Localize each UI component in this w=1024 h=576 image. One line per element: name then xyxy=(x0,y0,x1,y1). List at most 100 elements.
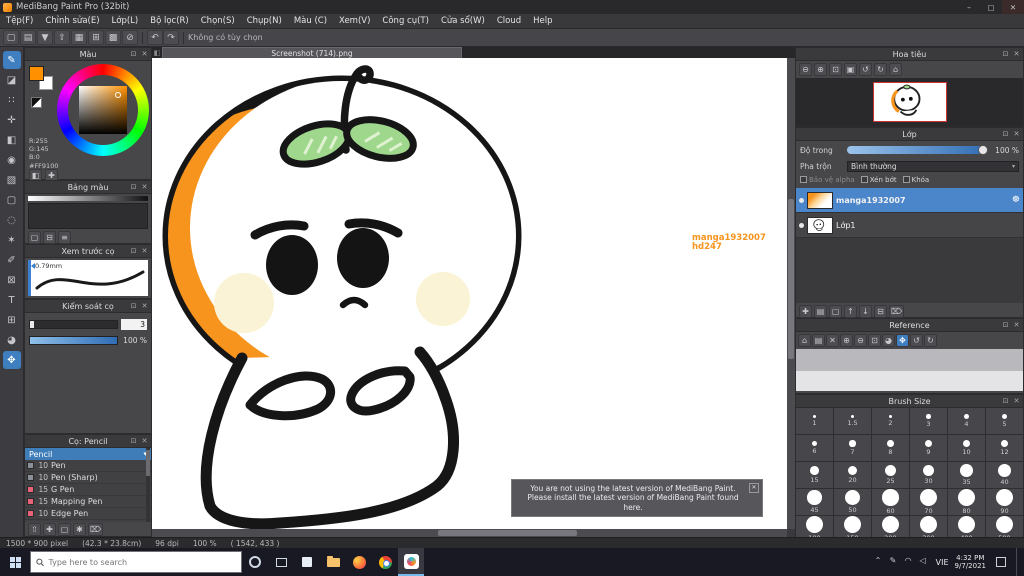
close-panel-icon[interactable]: ✕ xyxy=(140,246,149,256)
detach-panel-icon[interactable]: ⊡ xyxy=(129,246,138,256)
delete-layer-icon[interactable]: ⌦ xyxy=(889,305,905,318)
reference-header[interactable]: Reference ⊡ ✕ xyxy=(796,319,1023,332)
lock-checkbox[interactable]: Khóa xyxy=(902,176,929,184)
frame-divide-tool[interactable]: ⊞ xyxy=(3,311,21,329)
brush-size-90[interactable]: 90 xyxy=(986,489,1023,515)
brush-up-icon[interactable]: ⇧ xyxy=(28,523,41,536)
brush-opacity-slider[interactable] xyxy=(29,336,118,345)
cortana-icon[interactable] xyxy=(242,548,268,576)
hscroll-thumb[interactable] xyxy=(437,530,578,536)
detach-panel-icon[interactable]: ⊡ xyxy=(129,182,138,192)
menu-item[interactable]: Bộ lọc(R) xyxy=(144,16,195,26)
store-icon[interactable] xyxy=(294,548,320,576)
brush-size-70[interactable]: 70 xyxy=(910,489,947,515)
menu-item[interactable]: Chụp(N) xyxy=(241,16,288,26)
brush-size-7[interactable]: 7 xyxy=(834,435,871,461)
saturation-value-picker[interactable] xyxy=(79,86,127,134)
menu-item[interactable]: Tệp(F) xyxy=(0,16,39,26)
action-center-icon[interactable] xyxy=(992,548,1010,576)
vertical-scrollbar[interactable] xyxy=(787,58,795,529)
brush-size-50[interactable]: 50 xyxy=(834,489,871,515)
select-pen-tool[interactable]: ✐ xyxy=(3,251,21,269)
close-image-icon[interactable]: ✕ xyxy=(826,334,839,347)
notification-close-icon[interactable]: ✕ xyxy=(749,482,759,493)
brush-size-12[interactable]: 12 xyxy=(986,435,1023,461)
vscroll-thumb[interactable] xyxy=(788,199,794,360)
delete-brush-icon[interactable]: ⌦ xyxy=(88,523,104,536)
minimize-button[interactable]: – xyxy=(958,0,980,14)
palette-menu-icon[interactable]: ≡ xyxy=(58,231,71,244)
close-panel-icon[interactable]: ✕ xyxy=(1012,129,1021,139)
brush-size-8[interactable]: 8 xyxy=(872,435,909,461)
brush-size-80[interactable]: 80 xyxy=(948,489,985,515)
snap-parallel-icon[interactable]: ▩ xyxy=(105,30,121,45)
add-brush-icon[interactable]: ✚ xyxy=(43,523,56,536)
menu-item[interactable]: Cửa sổ(W) xyxy=(435,16,491,26)
detach-panel-icon[interactable]: ⊡ xyxy=(1001,129,1010,139)
brush-size-slider[interactable] xyxy=(29,320,118,329)
layer-row[interactable]: Lớp1 xyxy=(796,213,1023,238)
brush-item[interactable]: 10 Pen xyxy=(25,460,151,472)
redo-icon[interactable]: ↷ xyxy=(163,30,179,45)
default-colors-swatch[interactable] xyxy=(31,97,42,108)
home-icon[interactable]: ⌂ xyxy=(798,334,811,347)
volume-icon[interactable]: ◁ xyxy=(920,556,930,568)
merge-down-icon[interactable]: ⊟ xyxy=(874,305,887,318)
detach-panel-icon[interactable]: ⊡ xyxy=(129,49,138,59)
select-eraser-tool[interactable]: ⊠ xyxy=(3,271,21,289)
detach-panel-icon[interactable]: ⊡ xyxy=(1001,396,1010,406)
brush-item[interactable]: 15 Mapping Pen xyxy=(25,496,151,508)
layer-row-selected[interactable]: manga1932007 ☸ xyxy=(796,188,1023,213)
drawing-canvas[interactable]: manga1932007 hd247 You are not using the… xyxy=(152,58,787,529)
brush-control-header[interactable]: Kiểm soát cọ ⊡ ✕ xyxy=(25,300,151,313)
brush-size-5[interactable]: 5 xyxy=(986,408,1023,434)
rotate-right-icon[interactable]: ↻ xyxy=(874,63,887,76)
undo-icon[interactable]: ↶ xyxy=(147,30,163,45)
tab-list-icon[interactable]: ◧ xyxy=(152,49,162,57)
close-panel-icon[interactable]: ✕ xyxy=(140,49,149,59)
selected-brush-row[interactable]: Pencil ▾ xyxy=(25,448,151,460)
layer-opacity-slider[interactable] xyxy=(847,145,988,155)
blend-mode-select[interactable]: Bình thường ▾ xyxy=(847,160,1019,172)
brush-item[interactable]: 15 G Pen xyxy=(25,484,151,496)
detach-panel-icon[interactable]: ⊡ xyxy=(1001,49,1010,59)
brush-size-header[interactable]: Brush Size ⊡ ✕ xyxy=(796,395,1023,408)
detach-panel-icon[interactable]: ⊡ xyxy=(1001,320,1010,330)
palette-swatch-area[interactable] xyxy=(28,203,148,229)
open-file-icon[interactable]: ▤ xyxy=(20,30,36,45)
menu-item[interactable]: Màu (C) xyxy=(288,16,333,26)
network-icon[interactable]: ◠ xyxy=(905,556,915,568)
zoom-out-icon[interactable]: ⊖ xyxy=(854,334,867,347)
menu-item[interactable]: Chỉnh sửa(E) xyxy=(39,16,105,26)
sv-cursor[interactable] xyxy=(115,92,121,98)
brush-size-10[interactable]: 10 xyxy=(948,435,985,461)
open-image-icon[interactable]: ▤ xyxy=(812,334,825,347)
brush-size-1[interactable]: 1 xyxy=(796,408,833,434)
fit-window-icon[interactable]: ⊡ xyxy=(829,63,842,76)
clipping-checkbox[interactable]: Xén bớt xyxy=(860,176,897,184)
zoom-out-icon[interactable]: ⊖ xyxy=(799,63,812,76)
eraser-tool[interactable]: ◪ xyxy=(3,71,21,89)
select-tool[interactable]: ▢ xyxy=(3,191,21,209)
menu-item[interactable]: Lớp(L) xyxy=(106,16,145,26)
duplicate-brush-icon[interactable]: ▢ xyxy=(58,523,71,536)
foreground-color-swatch[interactable] xyxy=(29,66,44,81)
reference-image-area[interactable] xyxy=(796,349,1023,371)
navigator-header[interactable]: Hoa tiêu ⊡ ✕ xyxy=(796,48,1023,61)
export-icon[interactable]: ⇪ xyxy=(54,30,70,45)
gradient-tool[interactable]: ▧ xyxy=(3,171,21,189)
lasso-tool[interactable]: ◌ xyxy=(3,211,21,229)
dot-tool[interactable]: ∷ xyxy=(3,91,21,109)
canvas-tab[interactable]: Screenshot (714).png xyxy=(162,47,462,58)
close-panel-icon[interactable]: ✕ xyxy=(140,182,149,192)
save-icon[interactable]: ▼ xyxy=(37,30,53,45)
menu-item[interactable]: Chọn(S) xyxy=(195,16,241,26)
close-button[interactable]: ✕ xyxy=(1002,0,1024,14)
taskbar-clock[interactable]: 4:32 PM 9/7/2021 xyxy=(955,554,986,571)
close-panel-icon[interactable]: ✕ xyxy=(1012,49,1021,59)
gear-icon[interactable]: ☸ xyxy=(1012,195,1020,205)
show-desktop-button[interactable] xyxy=(1016,548,1020,576)
menu-item[interactable]: Xem(V) xyxy=(333,16,376,26)
start-button[interactable] xyxy=(0,548,30,576)
search-input[interactable] xyxy=(48,557,236,567)
